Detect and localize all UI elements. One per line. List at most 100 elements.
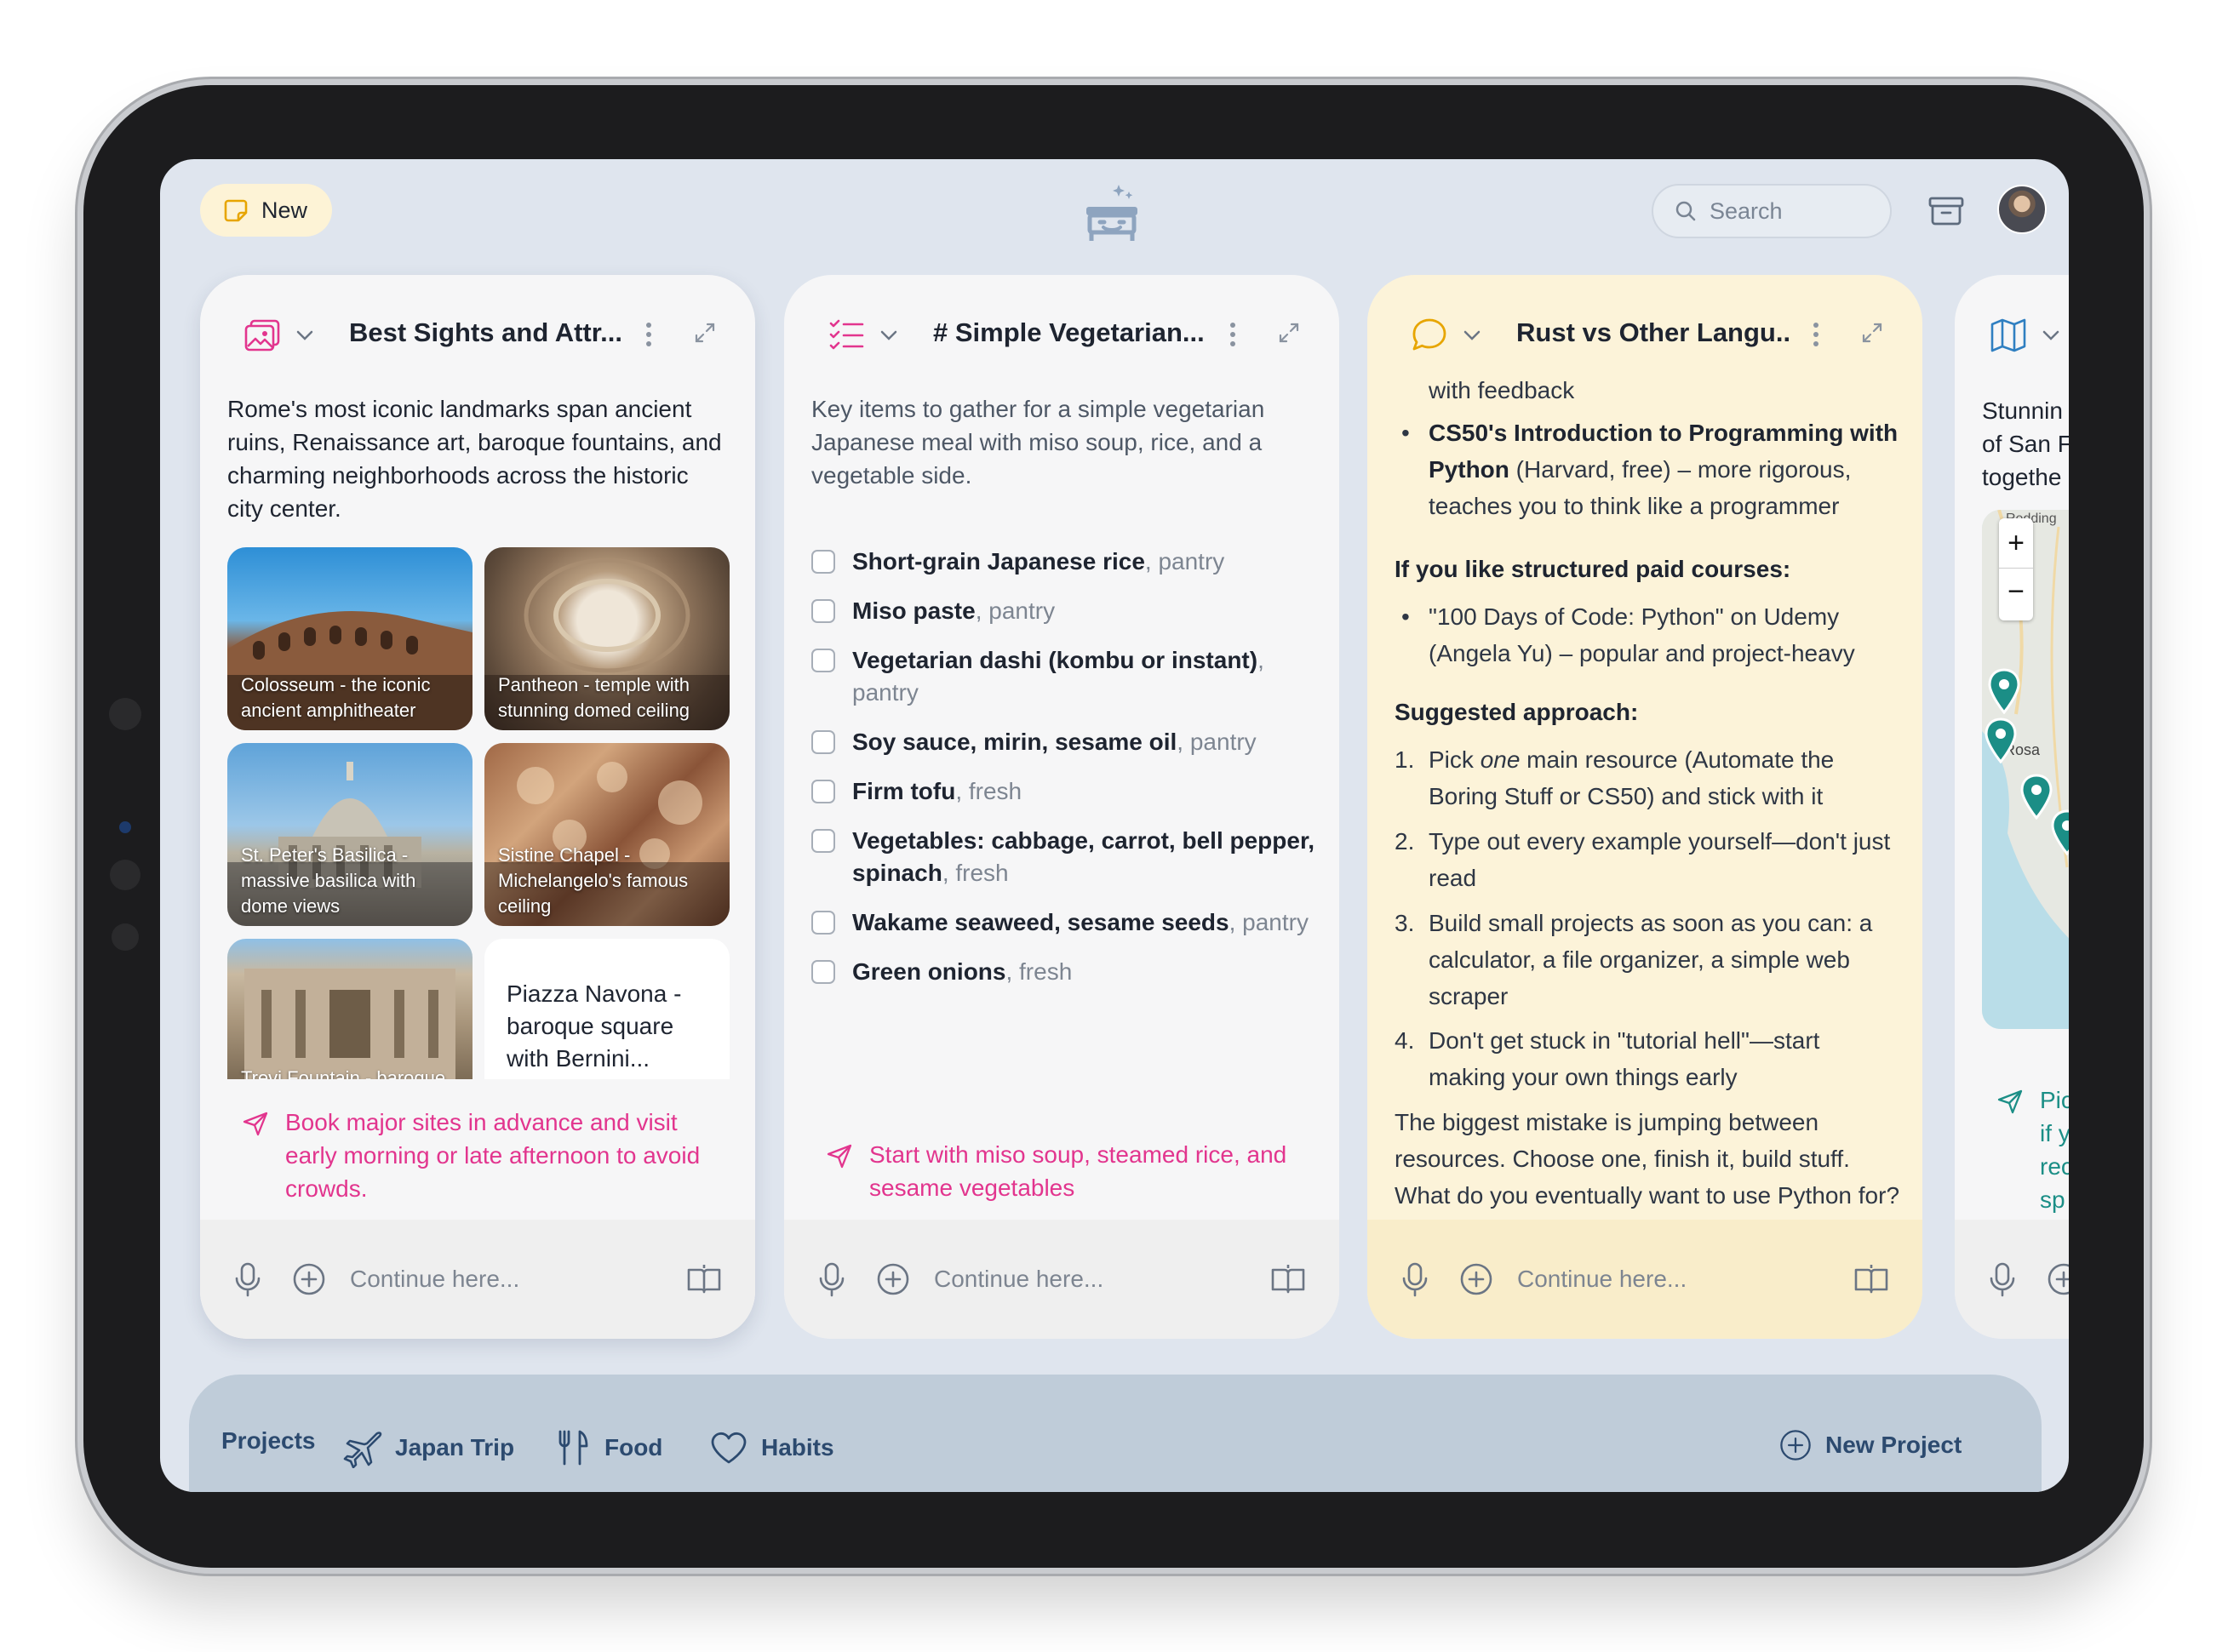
sticky-note-icon bbox=[224, 199, 248, 222]
search-icon bbox=[1675, 201, 1696, 221]
new-project-button[interactable]: New Project bbox=[1778, 1427, 1962, 1463]
image-tile-sistine[interactable]: Sistine Chapel - Michelangelo's famous c… bbox=[484, 743, 730, 926]
tip-text: Book major sites in advance and visit ea… bbox=[285, 1109, 701, 1202]
map-pin-icon[interactable] bbox=[2019, 774, 2053, 820]
add-circle-icon[interactable] bbox=[2047, 1262, 2069, 1296]
item-tag: , fresh bbox=[955, 778, 1022, 804]
chat-step: 3. Build small projects as soon as you c… bbox=[1395, 905, 1902, 1015]
expand-icon[interactable] bbox=[691, 319, 719, 346]
chevron-down-icon[interactable] bbox=[1461, 324, 1483, 346]
checklist-item[interactable]: Wakame seaweed, sesame seeds, pantry bbox=[811, 906, 1319, 939]
send-icon bbox=[1997, 1089, 2023, 1114]
camera-dot-3 bbox=[110, 860, 140, 890]
checklist-item[interactable]: Green onions, fresh bbox=[811, 956, 1319, 988]
step-emphasis: one bbox=[1480, 746, 1521, 773]
camera-dot-2 bbox=[119, 821, 131, 833]
checklist-item[interactable]: Vegetarian dashi (kombu or instant), pan… bbox=[811, 644, 1319, 709]
ai-tip[interactable]: Start with miso soup, steamed rice, and … bbox=[825, 1138, 1305, 1204]
chat-bullet: • CS50's Introduction to Programming wit… bbox=[1401, 414, 1902, 524]
open-book-icon[interactable] bbox=[1269, 1263, 1307, 1295]
chat-bullet: • "100 Days of Code: Python" on Udemy (A… bbox=[1401, 598, 1902, 672]
chevron-down-icon[interactable] bbox=[2040, 324, 2062, 346]
item-tag: , fresh bbox=[942, 860, 1009, 886]
more-options-icon[interactable] bbox=[643, 319, 655, 350]
checkbox[interactable] bbox=[811, 599, 835, 623]
image-tile-piazza-navona[interactable]: Piazza Navona - baroque square with Bern… bbox=[484, 939, 730, 1079]
image-gallery-icon[interactable] bbox=[243, 316, 282, 355]
add-circle-icon[interactable] bbox=[292, 1262, 326, 1296]
continue-input[interactable]: Continue here... bbox=[934, 1266, 1269, 1293]
new-note-button[interactable]: New bbox=[200, 184, 332, 237]
new-project-label: New Project bbox=[1825, 1432, 1962, 1458]
user-avatar[interactable] bbox=[1997, 185, 2047, 234]
card-intro-partial: Stunnin of San F togethe bbox=[1982, 394, 2069, 494]
ai-tip[interactable]: Book major sites in advance and visit ea… bbox=[241, 1106, 721, 1205]
microphone-icon[interactable] bbox=[1987, 1261, 2018, 1297]
step-text: Don't get stuck in "tutorial hell"—start… bbox=[1429, 1027, 1820, 1090]
open-book-icon[interactable] bbox=[685, 1263, 723, 1295]
map-pin-icon[interactable] bbox=[1984, 717, 2018, 763]
item-name: Wakame seaweed, sesame seeds bbox=[852, 909, 1229, 935]
note-card-rust: Rust vs Other Langu... with feedback • C… bbox=[1367, 275, 1922, 1339]
checkbox[interactable] bbox=[811, 960, 835, 984]
project-japan-trip[interactable]: Japan Trip bbox=[342, 1427, 514, 1468]
checklist-item[interactable]: Short-grain Japanese rice, pantry bbox=[811, 546, 1319, 578]
bullet-dot: • bbox=[1401, 420, 1410, 446]
checklist-icon[interactable] bbox=[827, 316, 866, 355]
expand-icon[interactable] bbox=[1275, 319, 1303, 346]
more-options-icon[interactable] bbox=[1810, 319, 1822, 350]
zoom-out-button[interactable]: − bbox=[1999, 569, 2033, 618]
continue-input[interactable]: Continue here... bbox=[350, 1266, 685, 1293]
heading-text: Suggested approach: bbox=[1395, 699, 1639, 725]
chat-bubble-icon[interactable] bbox=[1410, 316, 1449, 355]
microphone-icon[interactable] bbox=[232, 1261, 263, 1297]
zoom-in-button[interactable]: + bbox=[1999, 518, 2033, 569]
chevron-down-icon[interactable] bbox=[878, 324, 900, 346]
image-tile-st-peters[interactable]: St. Peter's Basilica - massive basilica … bbox=[227, 743, 473, 926]
ai-tip-partial[interactable]: Pic if y rec sp bbox=[1996, 1083, 2069, 1216]
heading-text: If you like structured paid courses: bbox=[1395, 556, 1791, 582]
project-habits[interactable]: Habits bbox=[708, 1427, 834, 1468]
expand-icon[interactable] bbox=[1859, 319, 1886, 346]
camera-dot-4 bbox=[112, 923, 139, 951]
checklist-item[interactable]: Firm tofu, fresh bbox=[811, 775, 1319, 808]
item-name: Soy sauce, mirin, sesame oil bbox=[852, 729, 1177, 755]
checkbox[interactable] bbox=[811, 829, 835, 853]
bullet-dot: • bbox=[1401, 603, 1410, 630]
item-text: Firm tofu, fresh bbox=[852, 775, 1022, 808]
checkbox[interactable] bbox=[811, 780, 835, 803]
map-pin-icon[interactable] bbox=[2050, 809, 2069, 855]
checkbox[interactable] bbox=[811, 550, 835, 574]
projects-link[interactable]: Projects bbox=[221, 1427, 316, 1455]
continue-input[interactable]: Continue here... bbox=[1517, 1266, 1853, 1293]
project-food[interactable]: Food bbox=[552, 1427, 662, 1468]
image-tile-trevi[interactable]: Trevi Fountain - baroque bbox=[227, 939, 473, 1079]
checkbox[interactable] bbox=[811, 730, 835, 754]
search-field[interactable]: Search bbox=[1652, 184, 1892, 238]
app-screen: New Search Best Sights and Attr... Rome'… bbox=[160, 159, 2069, 1492]
microphone-icon[interactable] bbox=[1400, 1261, 1430, 1297]
chevron-down-icon[interactable] bbox=[294, 324, 316, 346]
map-pin-icon[interactable] bbox=[1987, 668, 2021, 714]
item-name: Vegetables: cabbage, carrot, bell pepper… bbox=[852, 827, 1315, 886]
intro-line: Stunnin bbox=[1982, 397, 2063, 424]
add-circle-icon[interactable] bbox=[1459, 1262, 1493, 1296]
card-title: Rust vs Other Langu... bbox=[1516, 317, 1789, 347]
nav-label: Food bbox=[604, 1434, 663, 1461]
note-card-map: Stunnin of San F togethe Redding Rosa + … bbox=[1955, 275, 2069, 1339]
open-book-icon[interactable] bbox=[1853, 1263, 1890, 1295]
image-tile-colosseum[interactable]: Colosseum - the iconic ancient amphithea… bbox=[227, 547, 473, 730]
archive-icon[interactable] bbox=[1927, 191, 1966, 231]
more-options-icon[interactable] bbox=[1227, 319, 1239, 350]
airplane-icon bbox=[343, 1432, 382, 1468]
checklist-item[interactable]: Vegetables: cabbage, carrot, bell pepper… bbox=[811, 825, 1319, 889]
map-icon[interactable] bbox=[1989, 316, 2028, 355]
image-tile-pantheon[interactable]: Pantheon - temple with stunning domed ce… bbox=[484, 547, 730, 730]
add-circle-icon[interactable] bbox=[876, 1262, 910, 1296]
checklist-item[interactable]: Miso paste, pantry bbox=[811, 595, 1319, 627]
microphone-icon[interactable] bbox=[816, 1261, 847, 1297]
checkbox[interactable] bbox=[811, 911, 835, 935]
map-view[interactable]: Redding Rosa + − bbox=[1982, 510, 2069, 1029]
checkbox[interactable] bbox=[811, 649, 835, 672]
checklist-item[interactable]: Soy sauce, mirin, sesame oil, pantry bbox=[811, 726, 1319, 758]
